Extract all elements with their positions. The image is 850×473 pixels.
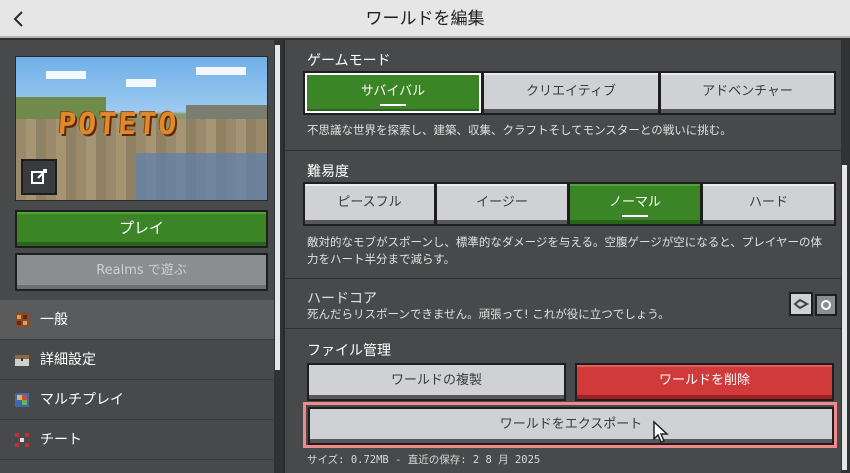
- world-file-info: サイズ: 0.72MB - 直近の保存: 2 8 月 2025: [307, 454, 541, 466]
- button-label: クリエイティブ: [526, 84, 616, 99]
- section-divider: [285, 278, 850, 279]
- hardcore-label: ハードコア: [307, 291, 377, 307]
- water-shape: [136, 153, 267, 200]
- toggle-knob: [789, 292, 813, 316]
- button-label: アドベンチャー: [702, 84, 793, 99]
- world-summary: POTETO プレイ Realms で遊ぶ: [0, 40, 274, 297]
- advanced-chest-icon: [15, 355, 29, 366]
- header-bar: ワールドを編集: [0, 0, 850, 38]
- delete-world-button[interactable]: ワールドを削除: [575, 363, 834, 401]
- play-button[interactable]: プレイ: [15, 210, 268, 248]
- cloud-shape: [126, 79, 156, 87]
- copy-world-button[interactable]: ワールドの複製: [307, 363, 566, 401]
- button-label: サバイバル: [360, 84, 426, 99]
- hardcore-description: 死んだらリスポーンできません。頑張って! これが役に立つでしょう。: [307, 307, 670, 321]
- mouse-cursor-icon: [653, 420, 669, 443]
- game-mode-adventure-button[interactable]: アドベンチャー: [659, 71, 836, 115]
- cloud-shape: [196, 67, 246, 75]
- hardcore-toggle[interactable]: [789, 292, 837, 316]
- difficulty-easy-button[interactable]: イージー: [435, 182, 569, 226]
- button-label: イージー: [476, 195, 528, 210]
- left-panel: POTETO プレイ Realms で遊ぶ 一般 詳細設定 マルチプレイ チート: [0, 40, 283, 473]
- edit-thumbnail-icon: [31, 169, 47, 184]
- button-label: ノーマル: [608, 195, 661, 210]
- left-scrollbar-thumb[interactable]: [275, 45, 280, 370]
- export-world-button[interactable]: ワールドをエクスポート: [308, 407, 834, 445]
- game-mode-label: ゲームモード: [307, 53, 391, 69]
- nav-item-cheats[interactable]: チート: [0, 420, 274, 460]
- toggle-off-icon: [821, 300, 831, 310]
- difficulty-label: 難易度: [307, 164, 349, 180]
- page-title: ワールドを編集: [365, 9, 485, 29]
- difficulty-hard-button[interactable]: ハード: [701, 182, 836, 226]
- game-mode-creative-button[interactable]: クリエイティブ: [482, 71, 660, 115]
- cloud-shape: [46, 71, 86, 79]
- right-panel: ゲームモード サバイバル クリエイティブ アドベンチャー 不思議な世界を探索し、…: [283, 40, 850, 473]
- cheats-icon: [15, 433, 29, 447]
- world-sign-text: POTETO: [56, 107, 180, 142]
- nav-item-general[interactable]: 一般: [0, 300, 274, 340]
- nav-item-advanced[interactable]: 詳細設定: [0, 340, 274, 380]
- play-on-realms-button[interactable]: Realms で遊ぶ: [15, 253, 268, 291]
- edit-thumbnail-button[interactable]: [21, 159, 57, 195]
- toggle-check-icon: [793, 298, 810, 310]
- button-label: ハード: [748, 195, 788, 210]
- difficulty-normal-button[interactable]: ノーマル: [568, 182, 702, 226]
- section-divider: [285, 150, 850, 151]
- game-mode-survival-button[interactable]: サバイバル: [303, 71, 483, 115]
- right-scrollbar-thumb[interactable]: [842, 165, 847, 470]
- difficulty-peaceful-button[interactable]: ピースフル: [303, 182, 436, 226]
- settings-nav: 一般 詳細設定 マルチプレイ チート: [0, 300, 274, 460]
- general-block-icon: [15, 313, 29, 327]
- nav-item-label: チート: [40, 432, 82, 448]
- difficulty-description: 敵対的なモブがスポーンし、標準的なダメージを与える。空腹ゲージが空になると、プレ…: [307, 235, 822, 266]
- multiplayer-icon: [15, 393, 29, 407]
- nav-item-multiplayer[interactable]: マルチプレイ: [0, 380, 274, 420]
- nav-item-label: 詳細設定: [40, 352, 96, 368]
- file-management-label: ファイル管理: [307, 343, 391, 359]
- section-divider: [285, 328, 850, 329]
- selected-underline: [380, 104, 406, 106]
- selected-underline: [622, 215, 648, 217]
- nav-item-label: 一般: [40, 312, 68, 328]
- button-label: ピースフル: [337, 195, 402, 210]
- game-mode-description: 不思議な世界を探索し、建築、収集、クラフトそしてモンスターとの戦いに挑む。: [307, 123, 732, 137]
- nav-item-label: マルチプレイ: [40, 392, 124, 408]
- toggle-track: [815, 294, 837, 316]
